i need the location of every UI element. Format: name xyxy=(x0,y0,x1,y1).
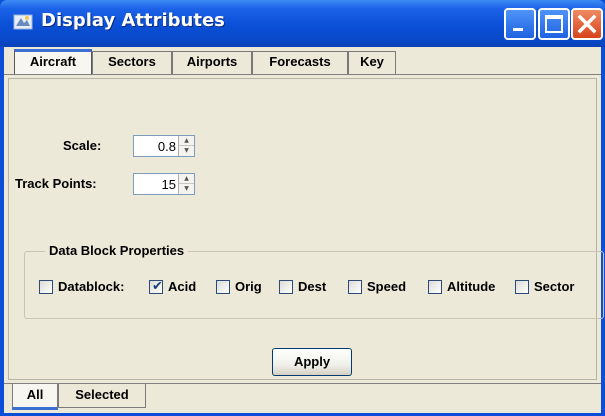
track-points-input[interactable] xyxy=(134,174,178,194)
aircraft-panel: Scale: ▲ ▼ Track Points: ▲ ▼ xyxy=(8,78,597,380)
display-attributes-window: Display Attributes Aircraft Sectors Airp… xyxy=(0,0,605,416)
apply-button[interactable]: Apply xyxy=(272,348,352,376)
track-points-spin-up-button[interactable]: ▲ xyxy=(178,174,194,184)
title-bar[interactable]: Display Attributes xyxy=(0,0,605,47)
minimize-icon xyxy=(513,28,523,31)
track-points-spin-down-button[interactable]: ▼ xyxy=(178,184,194,194)
checkbox-label: Orig xyxy=(235,279,262,294)
top-tab-strip: Aircraft Sectors Airports Forecasts Key xyxy=(4,47,601,75)
scale-label: Scale: xyxy=(63,138,102,153)
tab-sectors[interactable]: Sectors xyxy=(92,51,172,74)
window-title: Display Attributes xyxy=(41,10,225,31)
checkbox-box[interactable] xyxy=(348,280,362,294)
checkbox-box[interactable] xyxy=(428,280,442,294)
scale-spin-up-button[interactable]: ▲ xyxy=(178,136,194,146)
checkbox-label: Datablock: xyxy=(58,279,125,294)
checkbox-label: Speed xyxy=(367,279,407,294)
tab-forecasts[interactable]: Forecasts xyxy=(252,51,348,74)
checkmark-icon: ✔ xyxy=(152,279,163,294)
checkbox-box[interactable] xyxy=(216,280,230,294)
checkbox-label: Sector xyxy=(534,279,575,294)
maximize-button[interactable] xyxy=(538,8,570,40)
data-block-properties-group: Data Block Properties Datablock: ✔ Acid … xyxy=(24,243,604,319)
close-icon xyxy=(577,14,597,34)
scale-spin-down-button[interactable]: ▼ xyxy=(178,146,194,156)
tab-selected[interactable]: Selected xyxy=(58,384,146,408)
minimize-button[interactable] xyxy=(504,8,536,40)
tab-divider xyxy=(4,74,601,75)
track-points-label: Track Points: xyxy=(15,176,97,191)
group-title: Data Block Properties xyxy=(45,243,189,258)
checkbox-label: Acid xyxy=(168,279,197,294)
tab-aircraft[interactable]: Aircraft xyxy=(14,49,92,75)
scale-input[interactable] xyxy=(134,136,178,156)
scale-spinner[interactable]: ▲ ▼ xyxy=(133,135,195,157)
close-button[interactable] xyxy=(571,8,603,40)
track-points-spinner[interactable]: ▲ ▼ xyxy=(133,173,195,195)
checkbox-label: Dest xyxy=(298,279,327,294)
tab-airports[interactable]: Airports xyxy=(172,51,252,74)
checkbox-box[interactable] xyxy=(279,280,293,294)
checkbox-box[interactable] xyxy=(515,280,529,294)
maximize-icon xyxy=(545,15,563,33)
window-app-icon xyxy=(13,14,33,30)
checkbox-box[interactable]: ✔ xyxy=(149,279,163,294)
tab-key[interactable]: Key xyxy=(348,51,396,74)
checkbox-label: Altitude xyxy=(447,279,496,294)
window-client-area: Aircraft Sectors Airports Forecasts Key … xyxy=(4,47,604,413)
checkbox-box[interactable] xyxy=(39,280,53,294)
tab-all[interactable]: All xyxy=(12,384,58,410)
bottom-tab-strip: All Selected xyxy=(4,384,601,410)
